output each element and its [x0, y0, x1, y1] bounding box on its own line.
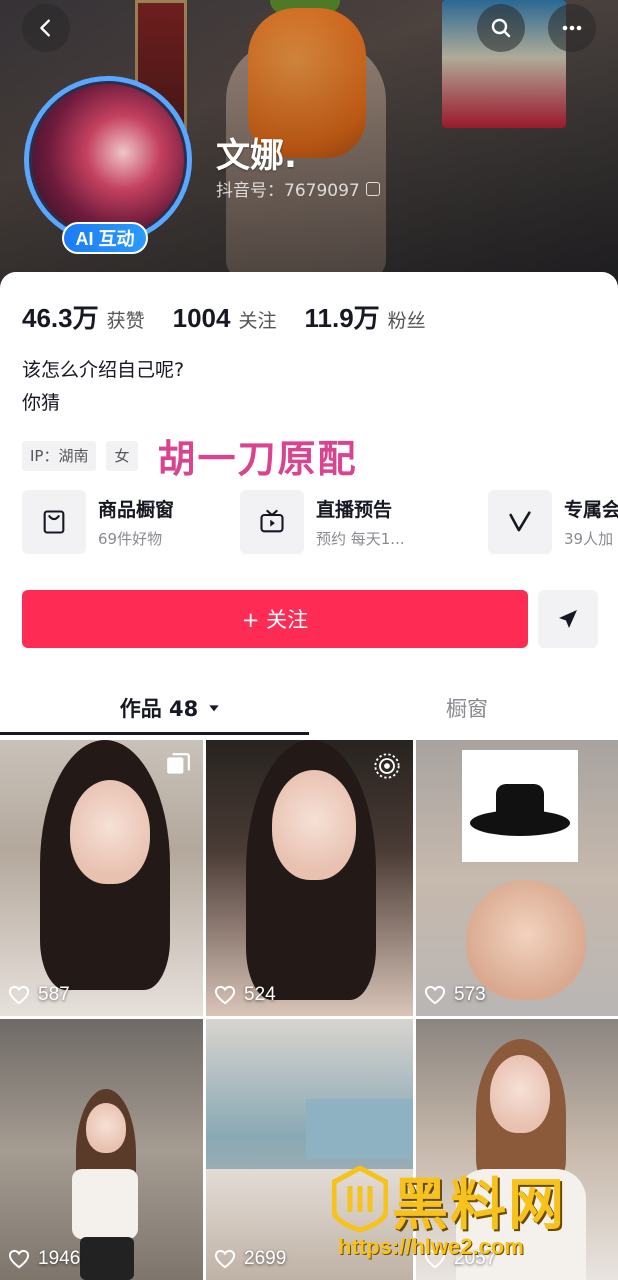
chevron-left-icon	[40, 19, 50, 37]
like-count-value: 524	[244, 984, 276, 1005]
shortcut-subtitle: 预约 每天1...	[316, 530, 405, 548]
search-button[interactable]	[477, 4, 525, 52]
stat-following-value: 1004	[172, 303, 231, 333]
heart-icon	[214, 1249, 236, 1269]
ai-interaction-badge[interactable]: AI 互动	[62, 222, 148, 254]
shortcut-live-preview[interactable]: 直播预告 预约 每天1...	[240, 490, 405, 554]
stat-followers-value: 11.9万	[304, 303, 380, 333]
shortcut-subtitle: 69件好物	[98, 530, 163, 548]
live-circle-icon	[374, 753, 400, 779]
thumb-face	[490, 1055, 550, 1133]
douyin-id-row[interactable]: 抖音号：7679097	[216, 176, 380, 201]
video-thumbnail[interactable]: 587	[0, 740, 203, 1016]
caret-down-icon	[209, 705, 219, 712]
stat-followers-label: 粉丝	[387, 310, 426, 332]
shortcut-live-preview-icon-box	[240, 490, 304, 554]
bio-line-1: 该怎么介绍自己呢?	[22, 359, 185, 381]
stat-likes-value: 46.3万	[22, 303, 99, 333]
site-watermark: 黑料网 https://hlwe2.com	[330, 1160, 618, 1280]
like-count: 573	[424, 984, 486, 1006]
thumb-face	[70, 780, 150, 884]
like-count: 2699	[214, 1248, 286, 1270]
bio-line-2: 你猜	[22, 392, 61, 414]
thumb-top	[72, 1169, 138, 1239]
shortcut-title: 商品橱窗	[98, 499, 175, 521]
shortcut-fan-group-text: 专属会 39人加	[564, 495, 618, 549]
heart-icon	[8, 985, 30, 1005]
shortcut-title: 直播预告	[316, 499, 393, 521]
watermark-logo-icon	[332, 1166, 388, 1232]
hat-sticker	[462, 750, 578, 862]
share-button[interactable]	[538, 590, 598, 648]
send-icon	[559, 610, 577, 628]
douyin-id-text: 抖音号：7679097	[216, 181, 360, 201]
shop-window-icon	[43, 510, 65, 534]
heart-icon	[8, 1249, 30, 1269]
more-dots-icon	[562, 25, 582, 31]
gender-tag: 女	[106, 440, 138, 471]
stat-likes-label: 获赞	[106, 310, 145, 332]
search-icon	[491, 18, 511, 38]
shortcut-fan-group-icon-box	[488, 490, 552, 554]
profile-bio: 该怎么介绍自己呢? 你猜	[22, 354, 184, 420]
shortcut-shop-window[interactable]: 商品橱窗 69件好物	[22, 490, 174, 554]
copy-icon[interactable]	[365, 181, 380, 196]
ip-location-tag: IP：湖南	[22, 440, 97, 471]
tv-icon	[260, 509, 284, 533]
multi-image-icon	[167, 753, 190, 774]
shortcut-row: 商品橱窗 69件好物 直播预告 预约 每天1... 专属会 39人加	[22, 490, 618, 560]
stat-likes[interactable]: 46.3万 获赞	[22, 298, 145, 335]
like-count-value: 1946	[38, 1248, 81, 1269]
stat-followers[interactable]: 11.9万 粉丝	[304, 298, 425, 335]
stats-row: 46.3万 获赞 1004 关注 11.9万 粉丝	[22, 298, 454, 335]
tab-works-label: 作品 48	[119, 697, 199, 721]
watermark-name: 黑料网	[392, 1173, 566, 1238]
like-count-value: 587	[38, 984, 70, 1005]
heart-icon	[424, 985, 446, 1005]
like-count: 587	[8, 984, 70, 1006]
more-button[interactable]	[548, 4, 596, 52]
shortcut-title: 专属会	[564, 499, 618, 521]
thumb-face	[466, 880, 586, 1000]
hat-brim	[470, 810, 570, 836]
like-count: 1946	[8, 1248, 80, 1270]
stat-following-label: 关注	[238, 310, 277, 332]
thumb-face	[86, 1103, 126, 1153]
avatar-image	[32, 84, 184, 236]
like-count-value: 2699	[244, 1248, 287, 1269]
tab-works[interactable]: 作品 48	[60, 682, 282, 734]
tab-shop-window[interactable]: 橱窗	[356, 682, 578, 734]
profile-nickname: 文娜.	[216, 136, 297, 176]
like-count: 524	[214, 984, 276, 1006]
shortcut-shop-window-text: 商品橱窗 69件好物	[98, 495, 174, 549]
watermark-url: https://hlwe2.com	[338, 1234, 524, 1259]
shortcut-subtitle: 39人加	[564, 530, 614, 548]
thumb-skirt	[80, 1237, 134, 1280]
stat-following[interactable]: 1004 关注	[173, 303, 277, 334]
follow-button[interactable]: + 关注	[22, 590, 528, 648]
thumb-window	[306, 1099, 413, 1159]
back-button[interactable]	[22, 4, 70, 52]
video-thumbnail[interactable]: 1946	[0, 1019, 203, 1280]
like-count-value: 573	[454, 984, 486, 1005]
profile-tags: IP：湖南 女 胡一刀原配	[22, 428, 358, 483]
active-tab-indicator	[0, 732, 309, 735]
thumb-face	[272, 770, 356, 880]
overlay-caption: 胡一刀原配	[157, 437, 358, 481]
video-thumbnail[interactable]: 573	[416, 740, 618, 1016]
shortcut-shop-window-icon-box	[22, 490, 86, 554]
vip-v-icon	[509, 511, 531, 532]
shortcut-fan-group[interactable]: 专属会 39人加	[488, 490, 618, 554]
shortcut-live-preview-text: 直播预告 预约 每天1...	[316, 495, 405, 549]
video-thumbnail[interactable]: 524	[206, 740, 413, 1016]
avatar[interactable]	[24, 76, 192, 244]
content-tabs: 作品 48 橱窗	[0, 682, 618, 738]
heart-icon	[214, 985, 236, 1005]
